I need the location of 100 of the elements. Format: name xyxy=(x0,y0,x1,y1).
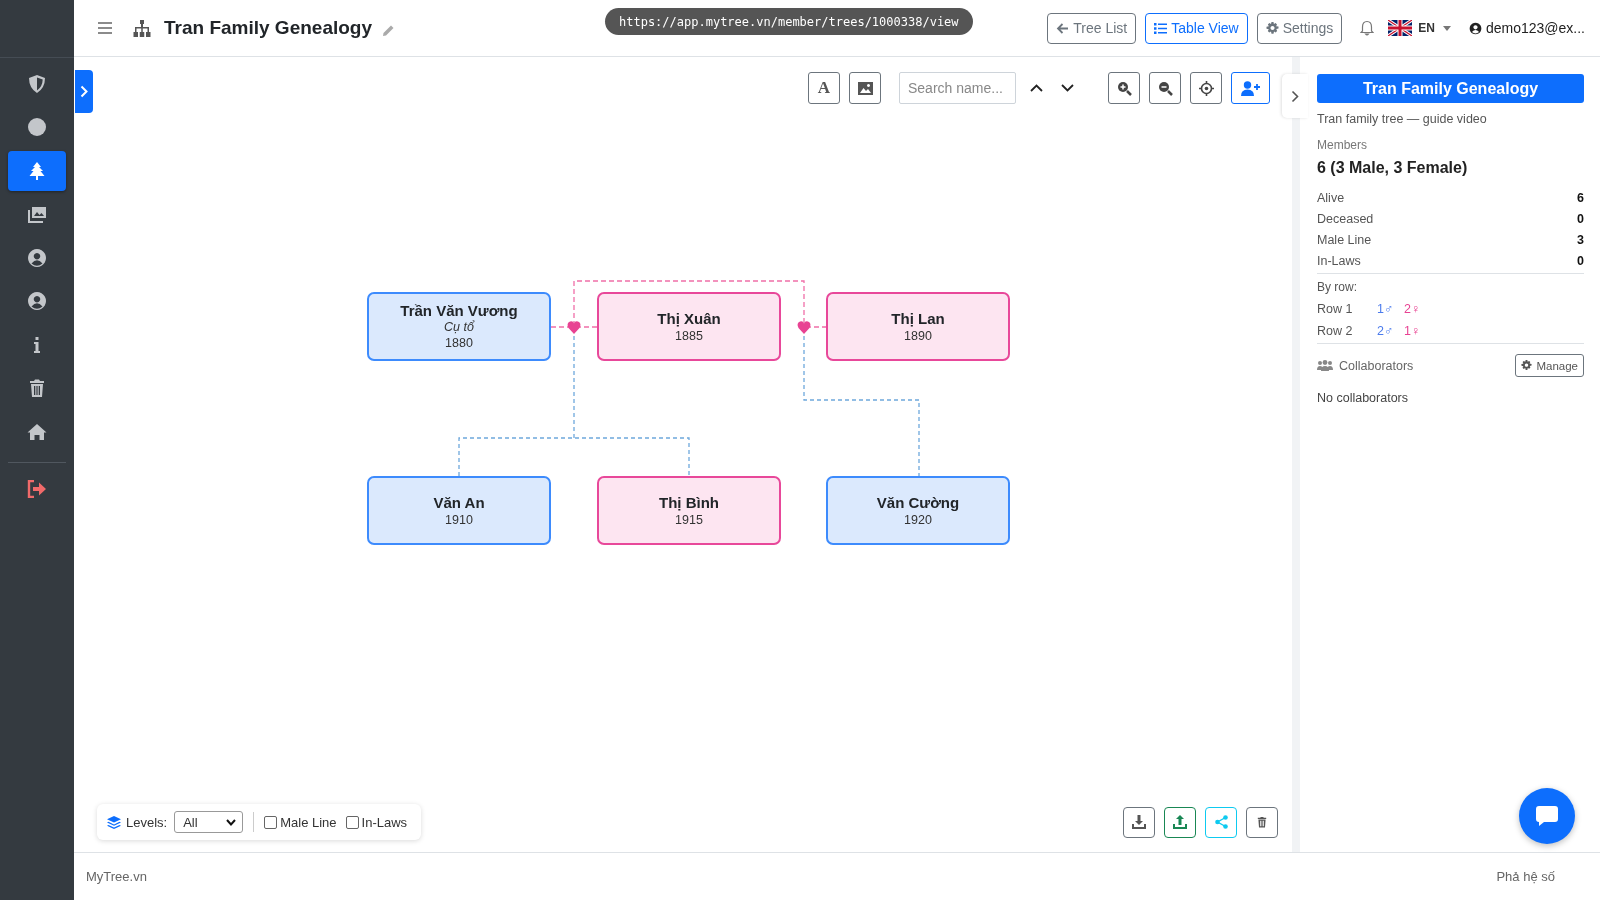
birth-year: 1915 xyxy=(675,511,703,528)
language-label[interactable]: EN xyxy=(1418,21,1435,35)
tree-title: Tran Family Genealogy xyxy=(164,17,373,39)
empty-message: No collaborators xyxy=(1317,391,1409,405)
checkbox-label: In-Laws xyxy=(361,814,408,830)
upload-button[interactable] xyxy=(1164,806,1196,838)
stat-value: 0 xyxy=(1577,212,1584,226)
user-icon xyxy=(27,291,47,312)
stat-label: Male Line xyxy=(1317,233,1372,247)
tree-icon xyxy=(27,160,47,181)
text-button[interactable]: A xyxy=(808,72,840,104)
members-label: Members xyxy=(1317,138,1368,152)
delete-button[interactable] xyxy=(1246,806,1278,838)
checkbox-label: Male Line xyxy=(280,814,337,830)
menu-icon[interactable] xyxy=(98,22,112,34)
stat-value: 0 xyxy=(1577,254,1584,268)
home-icon xyxy=(27,421,47,442)
chat-icon xyxy=(1535,805,1559,827)
image-button[interactable] xyxy=(849,72,881,104)
checkbox[interactable] xyxy=(345,815,359,829)
caret-icon[interactable] xyxy=(1442,25,1451,31)
row-label: Row 2 xyxy=(1317,324,1354,338)
manage-button[interactable]: Manage xyxy=(1515,354,1584,377)
row-label: Row 1 xyxy=(1317,302,1354,316)
circle-icon xyxy=(27,117,47,138)
checkbox[interactable] xyxy=(264,815,278,829)
person-name: Thị Xuân xyxy=(657,309,721,328)
expand-sidebar-button[interactable] xyxy=(75,70,93,113)
male-count: 1♂ xyxy=(1377,302,1395,316)
chevron-right-icon xyxy=(1291,89,1299,103)
flag-icon[interactable] xyxy=(1388,20,1413,36)
person-name: Văn An xyxy=(433,493,485,512)
birth-year: 1880 xyxy=(445,335,473,351)
zoom-out-icon xyxy=(1157,80,1173,96)
stat-value: 6 xyxy=(1577,191,1584,205)
person-card[interactable]: Trần Văn Vương Cụ tổ 1880 xyxy=(367,292,551,361)
birth-year: 1910 xyxy=(445,511,473,528)
by-row-label: By row: xyxy=(1317,280,1358,294)
male-count: 2♂ xyxy=(1377,324,1395,338)
upload-icon xyxy=(1173,815,1187,829)
birth-year: 1885 xyxy=(675,327,703,344)
levels-label: Levels: xyxy=(126,814,168,830)
zoom-in-icon xyxy=(1116,80,1132,96)
birth-year: 1920 xyxy=(904,511,932,528)
person-name: Văn Cường xyxy=(876,493,960,512)
share-icon xyxy=(1214,815,1228,829)
layers-icon xyxy=(107,815,121,829)
list-icon xyxy=(1154,21,1168,35)
trash-icon xyxy=(1256,815,1268,829)
female-count: 2♀ xyxy=(1404,302,1421,316)
person-name: Trần Văn Vương xyxy=(400,302,518,320)
person-name: Thị Bình xyxy=(659,493,719,512)
bell-icon[interactable] xyxy=(1360,20,1375,36)
chevron-up-icon xyxy=(1029,84,1043,92)
person-card[interactable]: Thị Xuân 1885 xyxy=(597,292,781,361)
gear-icon xyxy=(1521,360,1533,371)
zoom-out-button[interactable] xyxy=(1149,72,1181,104)
users-icon xyxy=(1317,360,1333,371)
person-title: Cụ tổ xyxy=(444,320,474,335)
stat-label: Alive xyxy=(1317,191,1345,205)
user-menu[interactable]: demo123@ex... xyxy=(1485,20,1585,36)
center-button[interactable] xyxy=(1190,72,1222,104)
levels-select[interactable]: All xyxy=(174,811,244,833)
heart-icon xyxy=(797,321,811,334)
images-icon xyxy=(27,204,47,225)
chat-button[interactable] xyxy=(1519,788,1575,844)
shield-icon xyxy=(27,73,47,94)
person-name: Thị Lan xyxy=(891,309,945,328)
arrow-left-icon xyxy=(1056,21,1070,35)
gear-icon xyxy=(1265,21,1279,35)
logout-icon xyxy=(27,479,47,498)
person-card[interactable]: Văn An 1910 xyxy=(367,476,551,545)
crosshair-icon xyxy=(1198,80,1214,96)
user-icon xyxy=(27,247,47,268)
chevron-down-icon xyxy=(226,818,237,826)
collapse-panel-button[interactable] xyxy=(1282,74,1308,118)
header-button[interactable]: Tree List xyxy=(1047,12,1137,44)
download-icon xyxy=(1132,815,1146,829)
header-button[interactable]: Table View xyxy=(1145,12,1248,44)
chevron-down-icon xyxy=(1060,84,1074,92)
footer-tagline: Phả hệ số xyxy=(1496,869,1555,884)
person-card[interactable]: Thị Bình 1915 xyxy=(597,476,781,545)
zoom-in-button[interactable] xyxy=(1108,72,1140,104)
female-count: 1♀ xyxy=(1404,324,1421,338)
hierarchy-icon xyxy=(132,19,152,37)
download-button[interactable] xyxy=(1123,806,1155,838)
heart-icon xyxy=(567,321,581,334)
person-card[interactable]: Thị Lan 1890 xyxy=(826,292,1010,361)
add-member-button[interactable] xyxy=(1231,72,1270,104)
search-field[interactable]: Search name... xyxy=(899,72,1016,104)
tree-description: Tran family tree — guide video xyxy=(1317,112,1488,126)
add-user-icon xyxy=(1241,80,1260,96)
birth-year: 1890 xyxy=(904,327,932,344)
header-button[interactable]: Settings xyxy=(1256,12,1343,44)
footer-brand: MyTree.vn xyxy=(86,869,147,884)
sidebar-item[interactable] xyxy=(8,151,66,191)
person-card[interactable]: Văn Cường 1920 xyxy=(826,476,1010,545)
tree-title-button[interactable]: Tran Family Genealogy xyxy=(1317,74,1584,103)
members-count: 6 (3 Male, 3 Female) xyxy=(1317,159,1469,177)
collaborators-label: Collaborators xyxy=(1339,358,1415,373)
